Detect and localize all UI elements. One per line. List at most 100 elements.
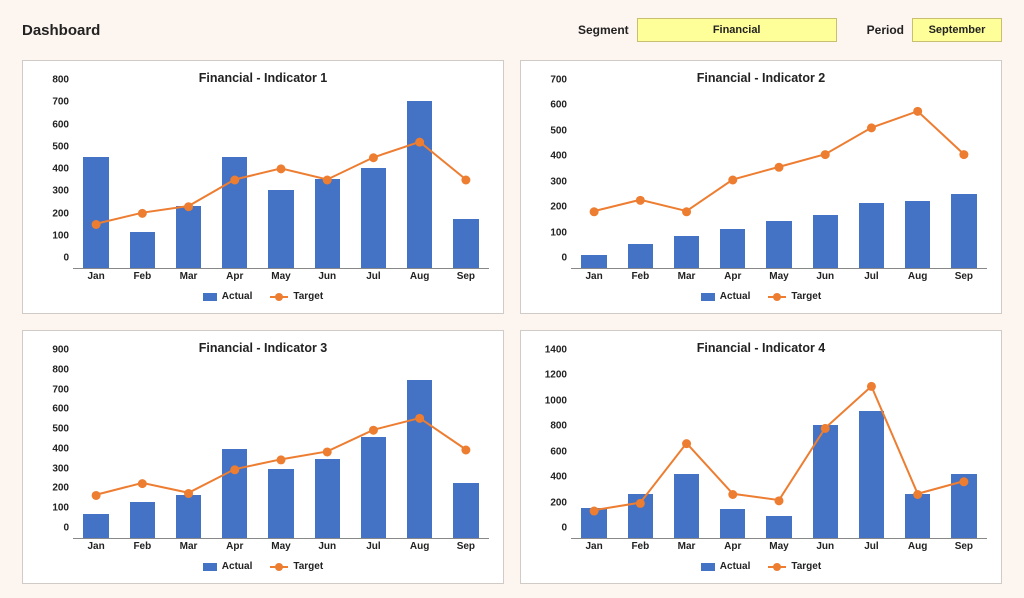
x-tick: Jan bbox=[87, 541, 104, 552]
line-marker bbox=[92, 220, 101, 229]
line-marker bbox=[369, 153, 378, 162]
x-tick: May bbox=[769, 271, 788, 282]
line-marker bbox=[138, 209, 147, 218]
y-tick: 500 bbox=[52, 424, 69, 435]
legend-actual-label: Actual bbox=[222, 291, 253, 302]
x-tick: Feb bbox=[631, 541, 649, 552]
x-tick: May bbox=[271, 271, 290, 282]
line-marker bbox=[369, 426, 378, 435]
x-tick: Jul bbox=[366, 541, 380, 552]
x-tick: Jun bbox=[318, 271, 336, 282]
period-value: September bbox=[929, 24, 986, 36]
chart-panel-3: Financial - Indicator 301002003004005006… bbox=[22, 330, 504, 584]
legend-actual: Actual bbox=[203, 561, 253, 572]
line-marker bbox=[867, 382, 876, 391]
legend-target-label: Target bbox=[791, 291, 821, 302]
y-tick: 100 bbox=[52, 503, 69, 514]
y-tick: 100 bbox=[52, 230, 69, 241]
x-tick: Aug bbox=[410, 541, 429, 552]
line-marker bbox=[323, 447, 332, 456]
x-tick: Aug bbox=[410, 271, 429, 282]
period-selector[interactable]: September bbox=[912, 18, 1002, 42]
y-tick: 1000 bbox=[545, 395, 567, 406]
x-tick: Jan bbox=[87, 271, 104, 282]
line-marker bbox=[138, 479, 147, 488]
segment-selector[interactable]: Financial bbox=[637, 18, 837, 42]
line-marker bbox=[415, 414, 424, 423]
plot-area bbox=[571, 361, 987, 539]
line-marker bbox=[184, 202, 193, 211]
chart-panel-2: Financial - Indicator 201002003004005006… bbox=[520, 60, 1002, 314]
chart-title: Financial - Indicator 4 bbox=[531, 341, 991, 355]
line-marker bbox=[821, 424, 830, 433]
x-tick: Sep bbox=[457, 271, 475, 282]
line-marker bbox=[323, 176, 332, 185]
marker-layer bbox=[571, 91, 987, 268]
x-tick: Aug bbox=[908, 271, 927, 282]
line-marker bbox=[415, 138, 424, 147]
line-marker bbox=[775, 496, 784, 505]
chart-legend: Actual Target bbox=[33, 561, 493, 572]
page-title: Dashboard bbox=[22, 22, 100, 39]
x-tick: Jan bbox=[585, 271, 602, 282]
legend-actual: Actual bbox=[701, 291, 751, 302]
y-tick: 800 bbox=[52, 364, 69, 375]
x-tick: Apr bbox=[226, 271, 243, 282]
x-tick: Mar bbox=[180, 541, 198, 552]
legend-actual-label: Actual bbox=[222, 561, 253, 572]
marker-layer bbox=[571, 361, 987, 538]
y-tick: 0 bbox=[561, 253, 567, 264]
y-tick: 200 bbox=[52, 483, 69, 494]
line-marker bbox=[92, 491, 101, 500]
x-tick: Feb bbox=[133, 271, 151, 282]
legend-bar-icon bbox=[203, 563, 217, 571]
dashboard-header: Dashboard Segment Financial Period Septe… bbox=[22, 18, 1002, 42]
line-marker bbox=[461, 446, 470, 455]
legend-actual-label: Actual bbox=[720, 291, 751, 302]
chart-plot: 0200400600800100012001400 bbox=[531, 361, 991, 539]
x-tick: Apr bbox=[724, 541, 741, 552]
line-marker bbox=[277, 455, 286, 464]
y-tick: 200 bbox=[52, 208, 69, 219]
y-tick: 300 bbox=[52, 186, 69, 197]
legend-actual: Actual bbox=[203, 291, 253, 302]
x-tick: Jun bbox=[816, 541, 834, 552]
line-marker bbox=[682, 439, 691, 448]
marker-layer bbox=[73, 361, 489, 538]
line-marker bbox=[775, 163, 784, 172]
chart-legend: ActualTarget bbox=[33, 291, 493, 302]
line-marker bbox=[590, 507, 599, 516]
line-marker bbox=[959, 477, 968, 486]
y-tick: 500 bbox=[550, 125, 567, 136]
x-tick: Apr bbox=[226, 541, 243, 552]
x-tick: Jul bbox=[864, 541, 878, 552]
x-axis: JanFebMarAprMayJunJulAugSep bbox=[571, 271, 987, 287]
legend-target-label: Target bbox=[293, 561, 323, 572]
y-tick: 500 bbox=[52, 141, 69, 152]
legend-target: Target bbox=[270, 561, 323, 572]
line-marker bbox=[867, 123, 876, 132]
chart-legend: Actual Target bbox=[531, 291, 991, 302]
y-tick: 400 bbox=[550, 151, 567, 162]
plot-area bbox=[571, 91, 987, 269]
y-tick: 200 bbox=[550, 202, 567, 213]
y-tick: 0 bbox=[63, 253, 69, 264]
line-marker bbox=[821, 150, 830, 159]
x-tick: Apr bbox=[724, 271, 741, 282]
y-tick: 800 bbox=[550, 421, 567, 432]
y-tick: 900 bbox=[52, 345, 69, 356]
y-tick: 700 bbox=[52, 384, 69, 395]
y-tick: 100 bbox=[550, 227, 567, 238]
x-tick: Sep bbox=[955, 541, 973, 552]
line-marker bbox=[959, 150, 968, 159]
charts-grid: Financial - Indicator 101002003004005006… bbox=[22, 60, 1002, 584]
x-tick: Jun bbox=[816, 271, 834, 282]
x-axis: JanFebMarAprMayJunJulAugSep bbox=[73, 541, 489, 557]
y-axis: 0200400600800100012001400 bbox=[531, 361, 571, 539]
chart-title: Financial - Indicator 1 bbox=[33, 71, 493, 85]
line-marker bbox=[682, 207, 691, 216]
legend-target: Target bbox=[768, 291, 821, 302]
x-tick: Jul bbox=[366, 271, 380, 282]
y-axis: 0100200300400500600700 bbox=[531, 91, 571, 269]
chart-title: Financial - Indicator 3 bbox=[33, 341, 493, 355]
